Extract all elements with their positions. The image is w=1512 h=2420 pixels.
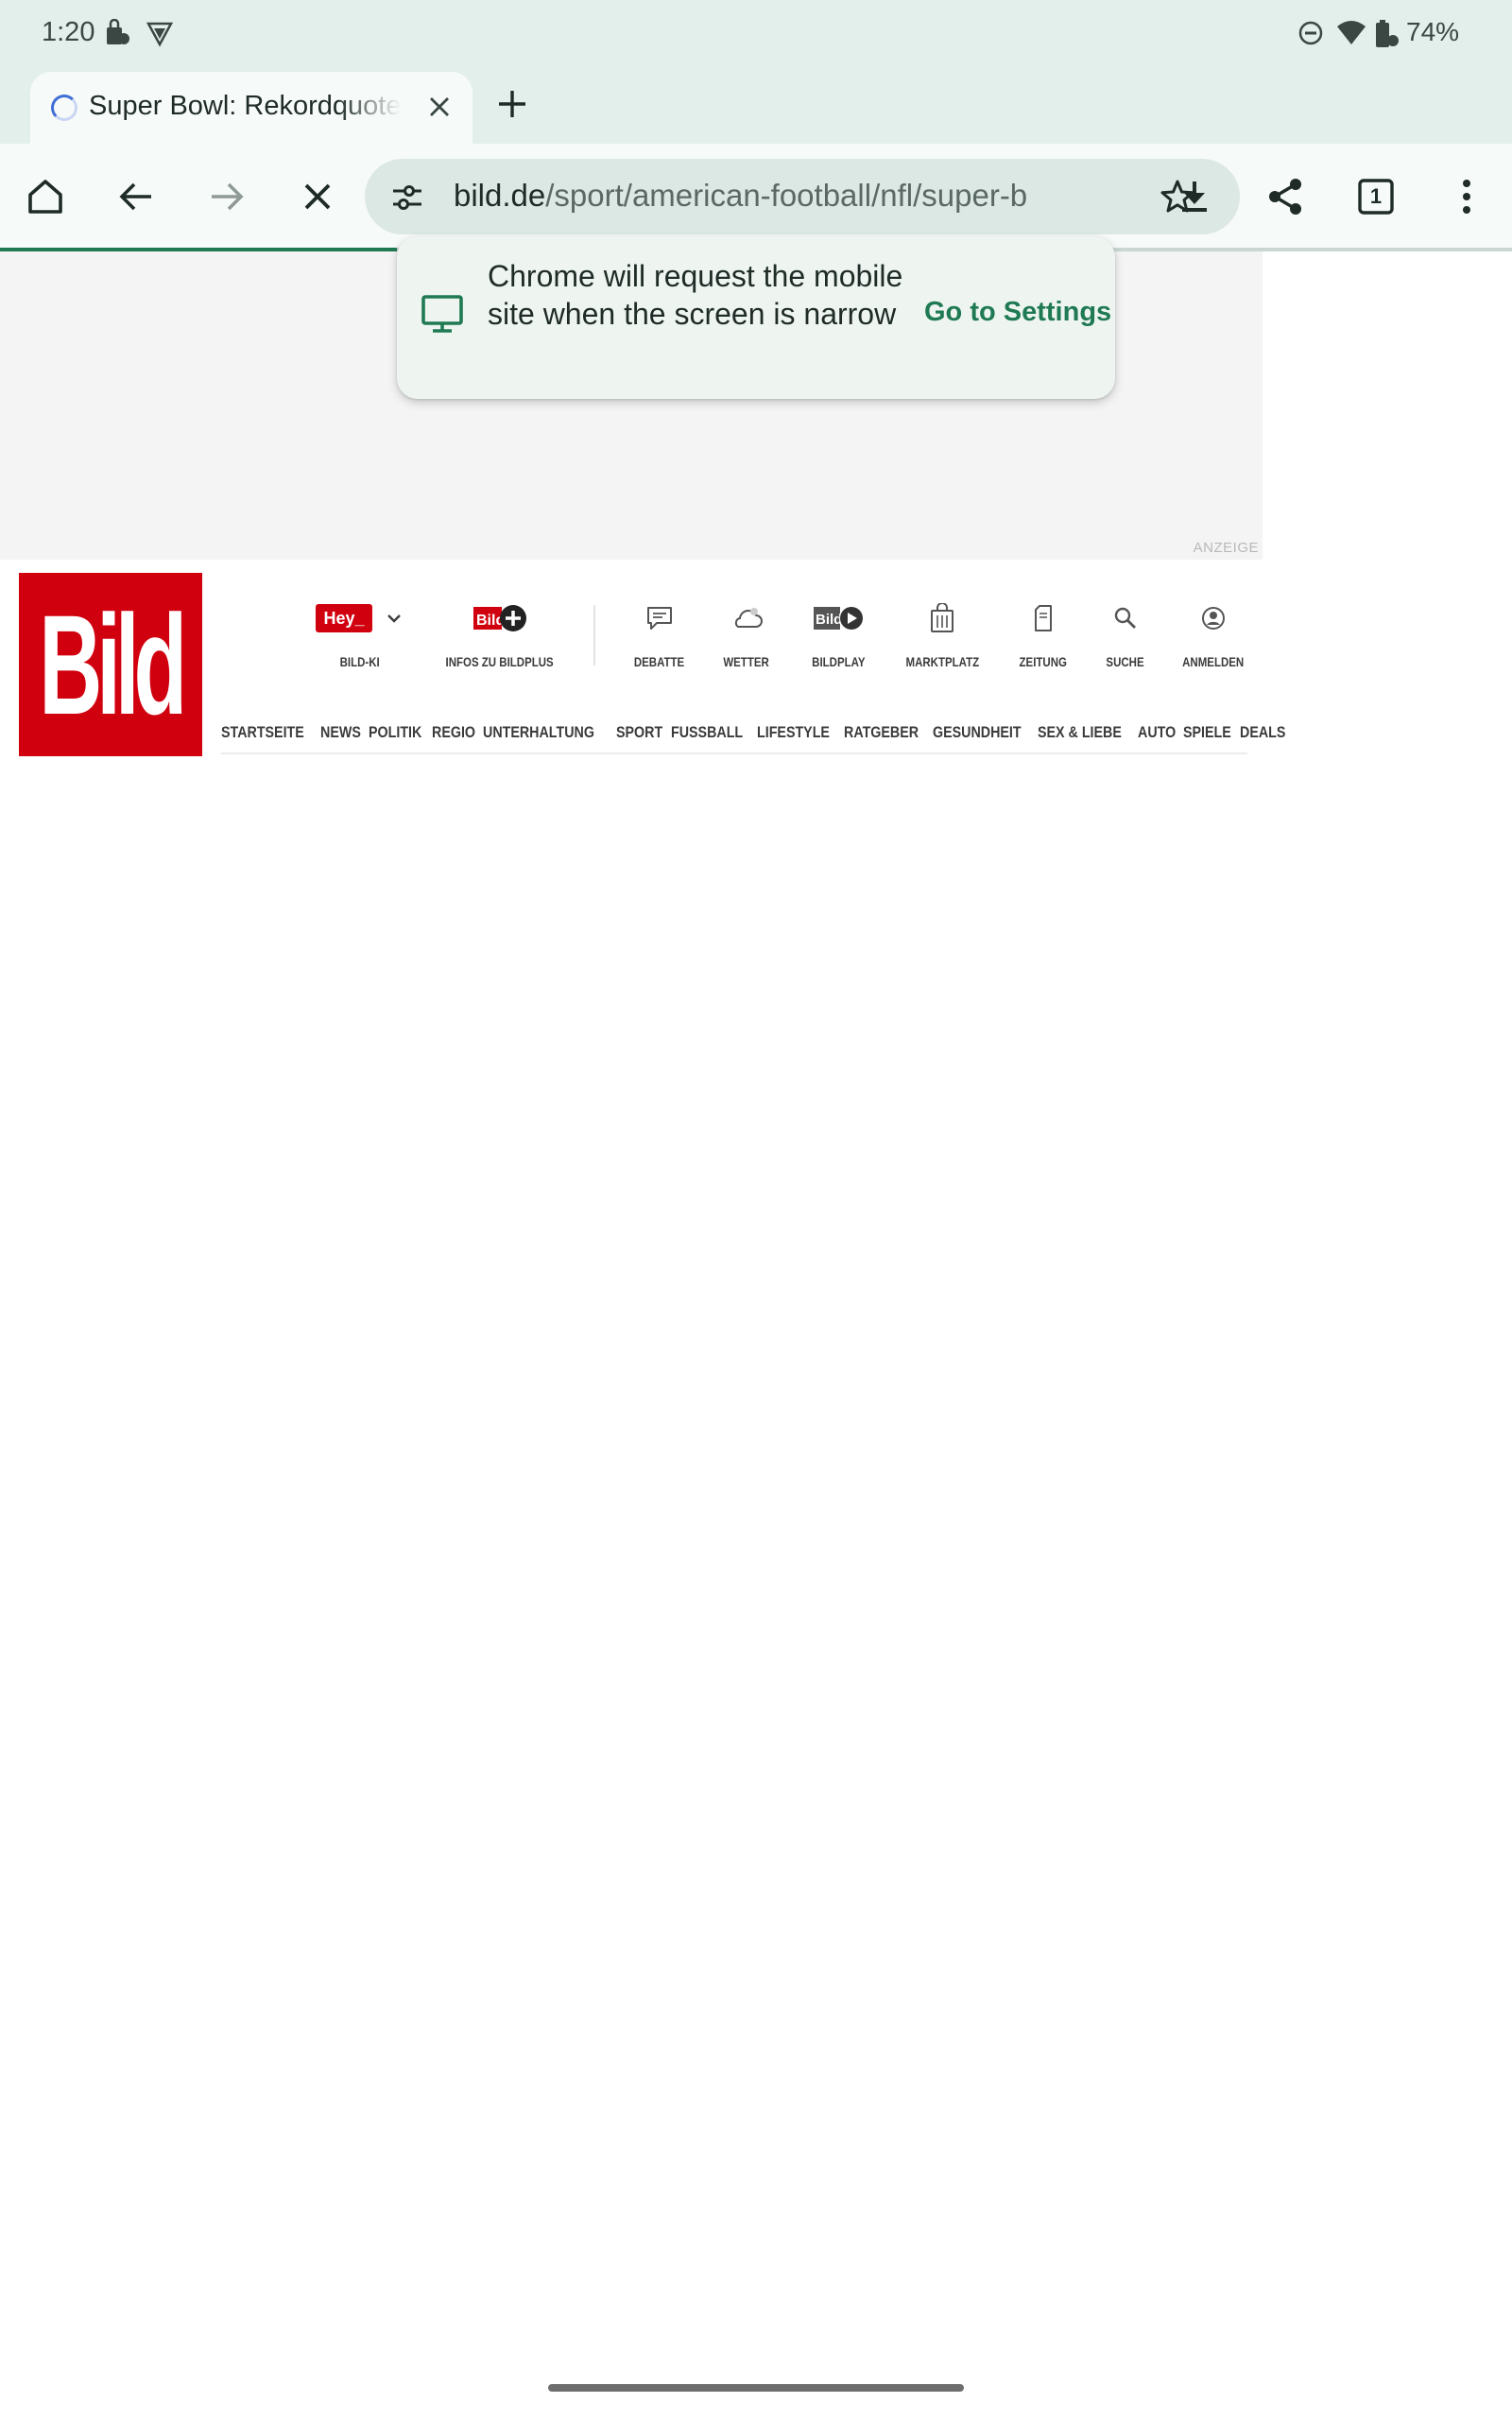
share-icon[interactable] — [1261, 172, 1310, 221]
top-nav-label: BILD-KI — [339, 654, 381, 669]
loading-spinner-icon — [51, 95, 77, 121]
user-account-icon — [1200, 597, 1227, 639]
main-nav-auto[interactable]: AUTO — [1138, 723, 1176, 742]
main-nav-gesundheit[interactable]: GESUNDHEIT — [933, 723, 1022, 742]
top-nav-label: ZEITUNG — [1019, 654, 1068, 669]
notification-bag-icon — [104, 18, 130, 52]
top-nav-wetter[interactable]: WETTER — [695, 597, 799, 669]
plus-icon[interactable] — [493, 85, 531, 128]
top-nav-infos-bildplus[interactable]: Bild INFOS ZU BILDPLUS — [445, 597, 555, 669]
main-nav-sport[interactable]: SPORT — [616, 723, 662, 742]
weather-cloud-icon — [730, 597, 763, 639]
omnibox[interactable]: bild.de/sport/american-football/nfl/supe… — [365, 159, 1240, 234]
forward-arrow-icon[interactable] — [202, 172, 251, 221]
tab-count: 1 — [1369, 184, 1383, 208]
battery-percentage: 74% — [1406, 17, 1460, 46]
nav-divider — [593, 605, 595, 666]
main-nav-fussball[interactable]: FUSSBALL — [671, 723, 743, 742]
mobile-site-info-popup: Chrome will request the mobile site when… — [397, 236, 1115, 399]
main-nav-sex-liebe[interactable]: SEX & LIEBE — [1038, 723, 1122, 742]
main-nav-spiele[interactable]: SPIELE — [1183, 723, 1231, 742]
svg-text:Bild: Bild — [816, 612, 842, 628]
url-path: /sport/american-football/nfl/super-b — [545, 178, 1028, 213]
ad-label: ANZEIGE — [1193, 540, 1259, 556]
do-not-disturb-icon — [1297, 19, 1325, 52]
battery-icon — [1372, 19, 1400, 54]
stop-loading-icon[interactable] — [293, 172, 342, 221]
desktop-monitor-icon — [420, 293, 465, 339]
close-icon[interactable] — [425, 93, 454, 126]
main-nav-regio[interactable]: REGIO — [432, 723, 475, 742]
status-bar: 1:20 74% — [0, 0, 1512, 68]
gesture-navigation-bar[interactable] — [548, 2384, 964, 2392]
top-nav-label: MARKTPLATZ — [905, 654, 979, 669]
bild-logo-text: Bild — [39, 585, 188, 744]
chevron-down-icon[interactable] — [384, 608, 404, 629]
newspaper-icon — [1032, 597, 1055, 639]
url-text[interactable]: bild.de/sport/american-football/nfl/supe… — [454, 178, 1134, 216]
main-nav-ratgeber[interactable]: RATGEBER — [844, 723, 919, 742]
hey-badge: Hey_ — [316, 604, 372, 632]
top-nav-label: SUCHE — [1106, 654, 1145, 669]
top-nav-bildplay[interactable]: Bild BILDPLAY — [786, 597, 890, 669]
main-nav-startseite[interactable]: STARTSEITE — [221, 723, 304, 742]
main-nav-lifestyle[interactable]: LIFESTYLE — [757, 723, 830, 742]
bildplay-logo-icon: Bild — [812, 597, 865, 639]
main-nav-news[interactable]: NEWS — [320, 723, 361, 742]
status-time: 1:20 — [42, 17, 95, 47]
vpn-shield-icon — [146, 19, 174, 52]
top-nav-label: INFOS ZU BILDPLUS — [445, 654, 555, 669]
download-icon[interactable] — [1170, 172, 1219, 221]
main-nav-deals[interactable]: DEALS — [1240, 723, 1285, 742]
top-nav-marktplatz[interactable]: MARKTPLATZ — [890, 597, 994, 669]
comment-icon — [645, 597, 674, 639]
main-nav-politik[interactable]: POLITIK — [369, 723, 421, 742]
top-nav-label: ANMELDEN — [1182, 654, 1245, 669]
shopping-bag-icon — [929, 597, 955, 639]
top-nav-label: BILDPLAY — [811, 654, 866, 669]
hey-badge-icon: Hey_ — [316, 597, 404, 639]
tab-switcher-icon[interactable]: 1 — [1351, 172, 1400, 221]
url-domain: bild.de — [454, 178, 546, 213]
popup-message: Chrome will request the mobile site when… — [488, 259, 903, 331]
back-arrow-icon[interactable] — [112, 172, 161, 221]
wifi-icon — [1336, 19, 1366, 52]
bild-logo[interactable]: Bild — [19, 573, 202, 756]
browser-toolbar: bild.de/sport/american-football/nfl/supe… — [0, 144, 1512, 250]
home-icon[interactable] — [21, 172, 70, 221]
main-nav: STARTSEITE NEWS POLITIK REGIO UNTERHALTU… — [221, 713, 1286, 754]
tab-strip: Super Bowl: Rekordquote für — [0, 68, 1512, 144]
main-nav-unterhaltung[interactable]: UNTERHALTUNG — [483, 723, 594, 742]
top-nav-label: WETTER — [723, 654, 770, 669]
top-nav-anmelden[interactable]: ANMELDEN — [1161, 597, 1265, 669]
browser-tab[interactable]: Super Bowl: Rekordquote für — [30, 72, 472, 144]
site-settings-icon[interactable] — [389, 180, 425, 220]
top-nav-bild-ki[interactable]: Hey_ BILD-KI — [308, 597, 412, 669]
tab-title: Super Bowl: Rekordquote für — [89, 91, 401, 121]
search-icon — [1112, 597, 1139, 639]
go-to-settings-button[interactable]: Go to Settings — [924, 297, 1111, 328]
bildplus-logo-icon: Bild — [472, 597, 528, 639]
more-menu-icon[interactable] — [1442, 172, 1491, 221]
top-nav-label: DEBATTE — [634, 654, 685, 669]
